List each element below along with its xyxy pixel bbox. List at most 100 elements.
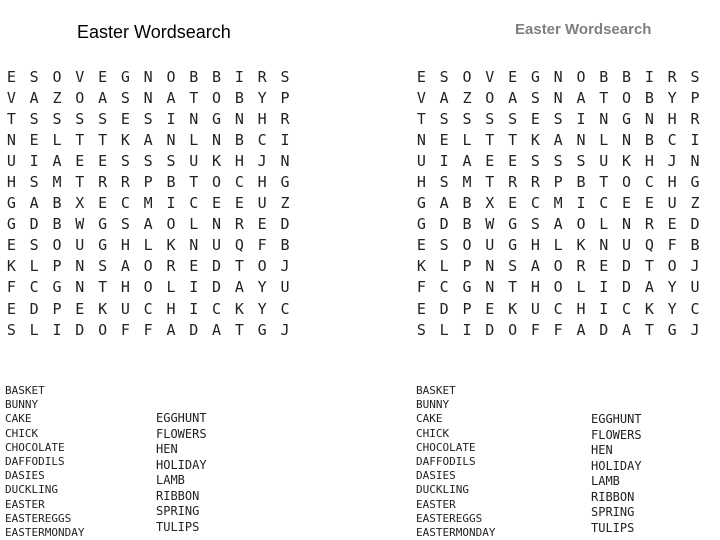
- grid-letter: Q: [644, 236, 654, 255]
- grid-letter: N: [622, 130, 632, 149]
- grid-letter: F: [257, 236, 267, 255]
- word-item: EASTER: [5, 497, 45, 511]
- grid-letter: I: [234, 67, 244, 86]
- grid-letter: T: [508, 278, 518, 297]
- word-item: EASTEREGGS: [5, 511, 72, 525]
- grid-letter: E: [189, 257, 199, 276]
- grid-letter: B: [644, 88, 654, 107]
- word-item: DASIES: [416, 469, 456, 483]
- grid-letter: M: [462, 173, 472, 192]
- grid-letter: B: [234, 130, 244, 149]
- grid-letter: O: [143, 257, 153, 276]
- grid-letter: A: [439, 194, 449, 213]
- grid-letter: N: [485, 278, 495, 297]
- grid-letter: Y: [667, 299, 677, 318]
- grid-letter: G: [416, 215, 426, 234]
- grid-letter: A: [508, 88, 518, 107]
- grid-letter: G: [257, 320, 267, 339]
- grid-letter: C: [690, 299, 700, 318]
- grid-letter: T: [644, 257, 654, 276]
- grid-letter: R: [166, 257, 176, 276]
- grid-letter: S: [120, 88, 130, 107]
- grid-letter: L: [29, 320, 39, 339]
- grid-letter: B: [599, 67, 609, 86]
- grid-letter: O: [75, 88, 85, 107]
- grid-letter: B: [234, 88, 244, 107]
- grid-letter: C: [212, 299, 222, 318]
- word-list-right-column-2: EGGHUNT FLOWERS HEN HOLIDAY LAMB RIBBON SPRING…: [591, 412, 642, 536]
- grid-letter: S: [485, 109, 495, 128]
- grid-letter: I: [462, 320, 472, 339]
- grid-letter: G: [52, 278, 62, 297]
- grid-letter: H: [120, 236, 130, 255]
- grid-letter: D: [280, 215, 290, 234]
- grid-letter: L: [166, 278, 176, 297]
- grid-letter: A: [52, 151, 62, 170]
- page-title-right: Easter Wordsearch: [515, 21, 652, 38]
- grid-letter: I: [166, 194, 176, 213]
- grid-letter: A: [234, 278, 244, 297]
- grid-letter: P: [143, 173, 153, 192]
- grid-letter: M: [553, 194, 563, 213]
- grid-letter: N: [644, 109, 654, 128]
- grid-letter: M: [143, 194, 153, 213]
- grid-letter: W: [75, 215, 85, 234]
- grid-letter: R: [644, 215, 654, 234]
- grid-letter: C: [530, 194, 540, 213]
- grid-letter: R: [667, 67, 677, 86]
- grid-letter: U: [530, 299, 540, 318]
- grid-letter: L: [29, 257, 39, 276]
- grid-letter: S: [75, 109, 85, 128]
- grid-letter: C: [234, 173, 244, 192]
- grid-letter: T: [75, 173, 85, 192]
- grid-letter: A: [576, 88, 586, 107]
- grid-letter: U: [280, 278, 290, 297]
- grid-letter: D: [439, 299, 449, 318]
- grid-letter: E: [6, 236, 16, 255]
- grid-letter: O: [166, 67, 176, 86]
- grid-letter: E: [6, 299, 16, 318]
- grid-letter: U: [622, 236, 632, 255]
- grid-letter: I: [644, 67, 654, 86]
- grid-letter: L: [553, 236, 563, 255]
- grid-letter: G: [622, 109, 632, 128]
- grid-letter: B: [690, 236, 700, 255]
- grid-letter: F: [143, 320, 153, 339]
- grid-letter: K: [98, 299, 108, 318]
- grid-letter: O: [462, 236, 472, 255]
- grid-letter: H: [6, 173, 16, 192]
- grid-letter: N: [189, 236, 199, 255]
- grid-letter: N: [234, 109, 244, 128]
- letter-grid-left: ESOVEGNOBBIRSVAZOASNATOBYPTSSSSESINGNHRN…: [0, 66, 296, 340]
- grid-letter: V: [75, 67, 85, 86]
- grid-letter: F: [667, 236, 677, 255]
- grid-letter: S: [530, 215, 540, 234]
- grid-letter: S: [508, 109, 518, 128]
- grid-letter: I: [599, 278, 609, 297]
- grid-letter: C: [189, 194, 199, 213]
- grid-letter: G: [667, 320, 677, 339]
- grid-letter: R: [576, 257, 586, 276]
- word-list-left-column-2: EGGHUNT FLOWERS HEN HOLIDAY LAMB RIBBON SPRING…: [156, 411, 207, 535]
- grid-letter: L: [576, 278, 586, 297]
- grid-letter: U: [120, 299, 130, 318]
- grid-letter: U: [75, 236, 85, 255]
- grid-letter: T: [98, 130, 108, 149]
- grid-letter: D: [212, 278, 222, 297]
- word-item: DASIES: [5, 469, 45, 483]
- grid-letter: A: [143, 130, 153, 149]
- grid-letter: D: [212, 257, 222, 276]
- grid-letter: E: [485, 299, 495, 318]
- grid-letter: E: [75, 151, 85, 170]
- grid-letter: G: [120, 67, 130, 86]
- grid-letter: E: [599, 257, 609, 276]
- grid-letter: H: [667, 173, 677, 192]
- grid-letter: I: [576, 109, 586, 128]
- grid-letter: B: [212, 67, 222, 86]
- grid-letter: B: [52, 194, 62, 213]
- grid-letter: O: [576, 67, 586, 86]
- grid-letter: E: [75, 299, 85, 318]
- grid-letter: R: [508, 173, 518, 192]
- grid-letter: S: [29, 109, 39, 128]
- grid-letter: A: [439, 88, 449, 107]
